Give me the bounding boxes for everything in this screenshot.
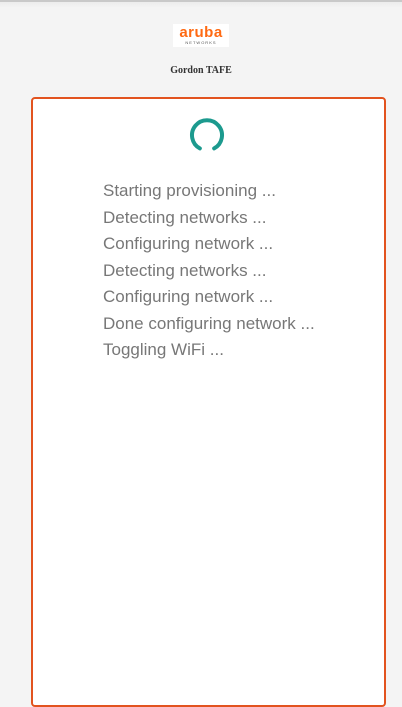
loading-spinner-icon — [190, 118, 224, 151]
logo-subtitle: NETWORKS — [185, 40, 217, 45]
page-header: aruba NETWORKS Gordon TAFE — [0, 24, 402, 76]
log-line: Configuring network ... — [103, 287, 274, 306]
log-line: Detecting networks ... — [103, 207, 267, 227]
aruba-logo: aruba NETWORKS — [173, 24, 229, 47]
log-line: Toggling WiFi ... — [103, 340, 224, 359]
provisioning-log: Starting provisioning ... Detecting netw… — [103, 178, 315, 364]
site-name: Gordon TAFE — [170, 65, 232, 76]
log-line: Starting provisioning ... — [103, 181, 276, 200]
log-line: Done configuring network ... — [103, 313, 315, 333]
top-divider-shadow — [0, 2, 402, 8]
logo-wordmark: aruba — [179, 24, 223, 41]
log-line: Configuring network ... — [103, 234, 274, 253]
log-line: Detecting networks ... — [103, 260, 267, 280]
provisioning-card: Starting provisioning ... Detecting netw… — [31, 97, 386, 707]
